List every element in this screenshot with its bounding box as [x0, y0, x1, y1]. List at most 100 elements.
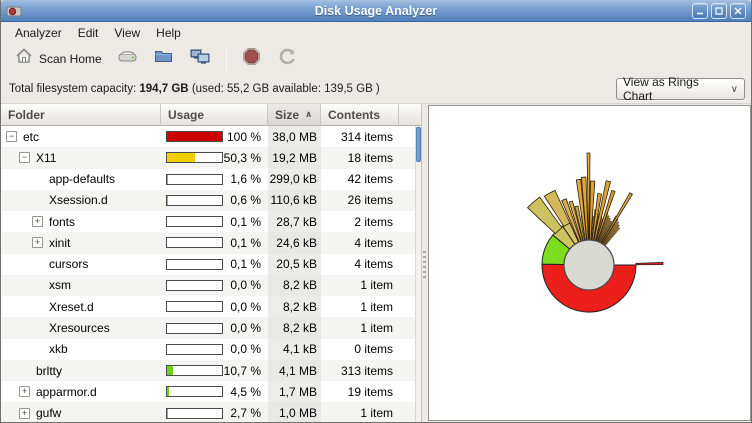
expand-expander[interactable]: +: [19, 408, 30, 419]
size-cell: 38,0 MB: [268, 126, 321, 147]
expand-expander[interactable]: +: [32, 237, 43, 248]
collapse-expander[interactable]: −: [6, 131, 17, 142]
folder-treeview: Folder Usage Size∧ Contents −etc100 %38,…: [1, 104, 422, 422]
stop-scan-button[interactable]: [238, 44, 265, 74]
menu-help[interactable]: Help: [148, 23, 189, 43]
usage-bar: [166, 280, 223, 291]
toolbar-separator: [226, 48, 227, 70]
table-row[interactable]: Xsession.d0,6 %110,6 kB26 items: [1, 190, 421, 211]
tree-header: Folder Usage Size∧ Contents: [1, 104, 421, 126]
main-content: Folder Usage Size∧ Contents −etc100 %38,…: [1, 103, 751, 422]
view-selector-value: View as Rings Chart: [623, 75, 731, 103]
usage-percent: 0,1 %: [230, 257, 261, 271]
scan-folder-button[interactable]: [150, 44, 177, 73]
splitter-grip-icon: [423, 251, 426, 279]
folder-cell: +xinit: [1, 232, 161, 253]
usage-percent: 2,7 %: [230, 406, 261, 420]
maximize-button[interactable]: [711, 3, 727, 19]
disk-icon: [117, 46, 138, 71]
usage-bar: [166, 386, 223, 397]
folder-name: cursors: [49, 257, 88, 271]
size-cell: 20,5 kB: [268, 254, 321, 275]
usage-cell: 10,7 %: [161, 360, 268, 381]
usage-cell: 0,1 %: [161, 254, 268, 275]
table-row[interactable]: brltty10,7 %4,1 MB313 items: [1, 360, 421, 381]
view-selector-dropdown[interactable]: View as Rings Chart ∨: [616, 78, 745, 100]
contents-cell: 19 items: [321, 381, 399, 402]
scan-home-label: Scan Home: [39, 52, 102, 66]
table-row[interactable]: Xresources0,0 %8,2 kB1 item: [1, 317, 421, 338]
home-icon: [14, 46, 34, 71]
table-row[interactable]: +apparmor.d4,5 %1,7 MB19 items: [1, 381, 421, 402]
toolbar: Scan Home: [1, 43, 751, 74]
column-header-folder[interactable]: Folder: [1, 104, 161, 126]
folder-name: X11: [36, 151, 56, 165]
usage-percent: 0,0 %: [230, 300, 261, 314]
infobar: Total filesystem capacity: 194,7 GB (use…: [1, 74, 751, 103]
table-row[interactable]: −etc100 %38,0 MB314 items: [1, 126, 421, 147]
usage-cell: 0,1 %: [161, 211, 268, 232]
minimize-button[interactable]: [692, 3, 708, 19]
usage-cell: 0,0 %: [161, 275, 268, 296]
folder-name: apparmor.d: [36, 385, 97, 399]
titlebar[interactable]: Disk Usage Analyzer: [1, 0, 751, 22]
table-row[interactable]: xsm0,0 %8,2 kB1 item: [1, 275, 421, 296]
stop-icon: [241, 46, 262, 72]
scan-remote-button[interactable]: [186, 44, 215, 73]
usage-percent: 0,0 %: [230, 278, 261, 292]
menu-view[interactable]: View: [106, 23, 148, 43]
table-row[interactable]: +gufw2,7 %1,0 MB1 item: [1, 402, 421, 422]
table-row[interactable]: −X1150,3 %19,2 MB18 items: [1, 147, 421, 168]
scan-home-button[interactable]: Scan Home: [11, 44, 105, 73]
close-button[interactable]: [730, 3, 746, 19]
table-row[interactable]: +fonts0,1 %28,7 kB2 items: [1, 211, 421, 232]
contents-cell: 0 items: [321, 339, 399, 360]
folder-cell: app-defaults: [1, 169, 161, 190]
rings-chart-panel: [428, 105, 751, 421]
folder-cell: Xreset.d: [1, 296, 161, 317]
size-cell: 24,6 kB: [268, 232, 321, 253]
sort-ascending-icon: ∧: [305, 109, 312, 120]
collapse-expander[interactable]: −: [19, 152, 30, 163]
usage-percent: 0,0 %: [230, 342, 261, 356]
contents-cell: 4 items: [321, 232, 399, 253]
contents-cell: 2 items: [321, 211, 399, 232]
menu-analyzer[interactable]: Analyzer: [7, 23, 70, 43]
table-row[interactable]: xkb0,0 %4,1 kB0 items: [1, 339, 421, 360]
folder-icon: [153, 46, 174, 71]
usage-percent: 0,1 %: [230, 236, 261, 250]
folder-name: app-defaults: [49, 172, 115, 186]
folder-name: etc: [23, 130, 39, 144]
table-row[interactable]: cursors0,1 %20,5 kB4 items: [1, 254, 421, 275]
usage-cell: 4,5 %: [161, 381, 268, 402]
column-header-contents[interactable]: Contents: [321, 104, 399, 126]
scan-filesystem-button[interactable]: [114, 44, 141, 73]
usage-cell: 50,3 %: [161, 147, 268, 168]
usage-bar: [166, 323, 223, 334]
size-cell: 4,1 MB: [268, 360, 321, 381]
folder-cell: −X11: [1, 147, 161, 168]
refresh-button[interactable]: [274, 44, 301, 74]
usage-cell: 0,1 %: [161, 232, 268, 253]
filesystem-capacity-status: Total filesystem capacity: 194,7 GB (use…: [9, 83, 380, 95]
column-header-size[interactable]: Size∧: [268, 104, 321, 126]
vertical-scrollbar[interactable]: [415, 126, 421, 422]
usage-bar: [166, 365, 223, 376]
table-row[interactable]: app-defaults1,6 %299,0 kB42 items: [1, 169, 421, 190]
size-cell: 8,2 kB: [268, 275, 321, 296]
column-header-usage[interactable]: Usage: [161, 104, 268, 126]
folder-cell: + apparmor.d: [1, 381, 161, 402]
expand-expander[interactable]: +: [32, 216, 43, 227]
expand-expander[interactable]: +: [19, 386, 30, 397]
folder-cell: brltty: [1, 360, 161, 381]
usage-bar: [166, 152, 223, 163]
usage-cell: 100 %: [161, 126, 268, 147]
scrollbar-thumb[interactable]: [416, 127, 421, 162]
contents-cell: 42 items: [321, 169, 399, 190]
menu-edit[interactable]: Edit: [70, 23, 107, 43]
table-row[interactable]: +xinit 0,1 % 24,6 kB4 items: [1, 232, 421, 253]
refresh-icon: [277, 46, 298, 72]
folder-cell: −etc: [1, 126, 161, 147]
contents-cell: 1 item: [321, 275, 399, 296]
table-row[interactable]: Xreset.d0,0 %8,2 kB1 item: [1, 296, 421, 317]
